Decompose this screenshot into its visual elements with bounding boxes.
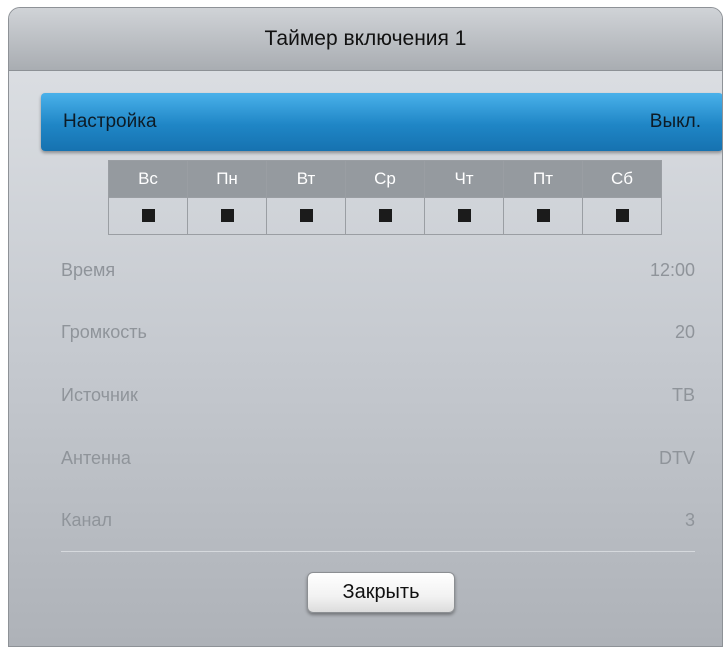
divider xyxy=(61,551,695,552)
row-source-label: Источник xyxy=(61,385,138,405)
day-checkbox-fri[interactable] xyxy=(503,197,583,235)
row-antenna: Антенна DTV xyxy=(61,448,695,469)
days-header-row: Вс Пн Вт Ср Чт Пт Сб xyxy=(108,160,662,198)
checkbox-marker-icon xyxy=(615,209,629,223)
day-label-mon: Пн xyxy=(187,160,267,198)
row-source-value: ТВ xyxy=(671,385,695,405)
day-checkbox-wed[interactable] xyxy=(345,197,425,235)
checkbox-marker-icon xyxy=(457,209,471,223)
row-volume: Громкость 20 xyxy=(61,322,695,343)
dialog-title: Таймер включения 1 xyxy=(264,27,467,50)
day-checkbox-sun[interactable] xyxy=(108,197,188,235)
row-source: Источник ТВ xyxy=(61,385,695,406)
day-label-sat: Сб xyxy=(582,160,662,198)
day-label-sun: Вс xyxy=(108,160,188,198)
row-channel: Канал 3 xyxy=(61,510,695,531)
setting-row[interactable]: Настройка Выкл. xyxy=(41,93,722,151)
setting-label: Настройка xyxy=(63,111,157,132)
row-volume-label: Громкость xyxy=(61,322,147,342)
checkbox-marker-icon xyxy=(378,209,392,223)
timer-dialog: Таймер включения 1 Настройка Выкл. Вс Пн… xyxy=(8,7,723,647)
day-checkbox-mon[interactable] xyxy=(187,197,267,235)
day-label-fri: Пт xyxy=(503,160,583,198)
row-time-label: Время xyxy=(61,260,116,280)
close-button[interactable]: Закрыть xyxy=(307,572,455,613)
day-label-wed: Ср xyxy=(345,160,425,198)
row-channel-value: 3 xyxy=(684,510,695,530)
setting-value: Выкл. xyxy=(649,111,701,132)
row-time: Время 12:00 xyxy=(61,260,695,281)
day-checkbox-tue[interactable] xyxy=(266,197,346,235)
row-channel-label: Канал xyxy=(61,510,112,530)
days-of-week-table: Вс Пн Вт Ср Чт Пт Сб xyxy=(108,160,662,235)
row-antenna-value: DTV xyxy=(659,448,695,468)
days-checkbox-row xyxy=(108,197,662,235)
dialog-title-bar: Таймер включения 1 xyxy=(9,8,722,71)
row-time-value: 12:00 xyxy=(649,260,695,280)
day-label-thu: Чт xyxy=(424,160,504,198)
row-antenna-label: Антенна xyxy=(61,448,131,468)
checkbox-marker-icon xyxy=(299,209,313,223)
day-checkbox-sat[interactable] xyxy=(582,197,662,235)
checkbox-marker-icon xyxy=(220,209,234,223)
day-label-tue: Вт xyxy=(266,160,346,198)
day-checkbox-thu[interactable] xyxy=(424,197,504,235)
row-volume-value: 20 xyxy=(674,322,695,342)
checkbox-marker-icon xyxy=(536,209,550,223)
checkbox-marker-icon xyxy=(141,209,155,223)
